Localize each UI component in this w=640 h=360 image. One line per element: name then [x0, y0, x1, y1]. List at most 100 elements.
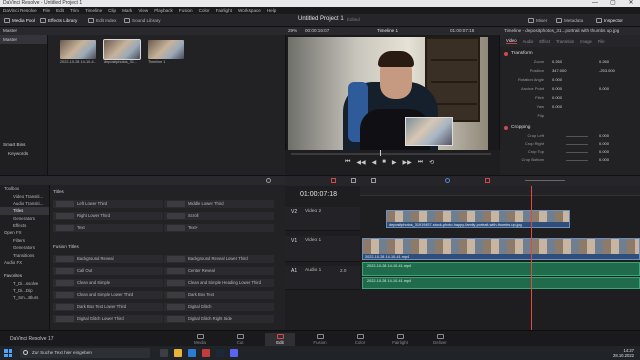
cropping-section[interactable]: Cropping — [504, 124, 636, 131]
selection-tool-icon[interactable] — [331, 178, 336, 183]
transform-row[interactable]: Zoom 0.260 0.260 — [504, 59, 636, 66]
timeline-clip-v2[interactable]: depositphotos_31919457-stock-photo-happy… — [386, 210, 570, 228]
stop-button[interactable]: ■ — [382, 159, 386, 166]
viewer-zoom[interactable]: 29% — [288, 27, 297, 35]
timeline-ruler[interactable] — [360, 186, 640, 196]
track-header-v2[interactable]: V2 Video 2 — [285, 207, 360, 231]
title-effect-item[interactable]: Left Lower Third — [53, 200, 163, 208]
timeline-clip-v1[interactable]: 2022-10-28 14-10-41.mp4 — [362, 238, 640, 260]
edge-icon[interactable] — [188, 349, 196, 357]
page-tab-fusion[interactable]: Fusion — [305, 333, 335, 346]
effects-tree-item[interactable]: Generators — [0, 215, 49, 222]
track-header-a1[interactable]: A1 Audio 1 2.0 — [285, 266, 360, 290]
title-effect-item[interactable]: Right Lower Third — [53, 212, 163, 220]
crop-slider[interactable] — [566, 144, 588, 145]
title-effect-item[interactable]: Digital Glitch Right Side — [164, 315, 274, 323]
inspector-button[interactable]: Inspector — [596, 16, 623, 25]
section-enabled-icon[interactable] — [504, 51, 508, 56]
title-effect-item[interactable]: Clean and Simple Lower Third — [53, 291, 163, 299]
play-reverse-button[interactable]: ◀ — [372, 159, 377, 166]
system-clock[interactable]: 14:27 28.10.2022 — [613, 348, 634, 358]
title-effect-item[interactable]: Background Reveal Lower Third — [164, 255, 274, 263]
track-header-v1[interactable]: V1 Video 1 — [285, 236, 360, 262]
viewer-playhead[interactable] — [380, 150, 381, 156]
title-effect-item[interactable]: Dark Box Text — [164, 291, 274, 299]
tab-video[interactable]: Video — [506, 38, 517, 44]
effects-tree-item[interactable]: Video Transiti... — [0, 192, 49, 199]
page-tab-edit[interactable]: Edit — [265, 333, 295, 346]
maximize-button[interactable]: ▢ — [604, 0, 622, 7]
taskbar-search[interactable]: Zur Suche Text hier eingeben — [20, 348, 150, 358]
timeline-name[interactable]: Timeline 1 — [377, 27, 398, 35]
transform-row[interactable]: Pitch 0.000 — [504, 95, 636, 102]
menu-fusion[interactable]: Fusion — [179, 7, 193, 14]
title-effect-item[interactable]: Text — [53, 224, 163, 232]
timeline-clip-a1[interactable]: 2022-10-28 14-10-41.mp4 — [362, 262, 640, 276]
transform-row[interactable]: Rotation Angle 0.000 — [504, 77, 636, 84]
page-tab-fairlight[interactable]: Fairlight — [385, 333, 415, 346]
overlay-photo[interactable] — [405, 117, 453, 146]
transform-row[interactable]: Anchor Point 0.000 0.000 — [504, 86, 636, 93]
crop-slider[interactable] — [566, 160, 588, 161]
transform-section[interactable]: Transform — [504, 50, 636, 57]
menu-trim[interactable]: Trim — [70, 7, 79, 14]
menu-workspace[interactable]: Workspace — [238, 7, 261, 14]
title-effect-item[interactable]: Clean and Simple Heading Lower Third — [164, 279, 274, 287]
menu-playback[interactable]: Playback — [154, 7, 173, 14]
timeline-clip-a1-waveform[interactable]: 2022-10-28 14-10-41.mp4 — [362, 277, 640, 289]
title-effect-item[interactable]: Text+ — [164, 224, 274, 232]
title-effect-item[interactable]: Middle Lower Third — [164, 200, 274, 208]
metadata-button[interactable]: Metadata — [556, 16, 583, 25]
forward-button[interactable]: ▶▶ — [403, 159, 412, 166]
sound-library-button[interactable]: Sound Library — [124, 16, 161, 25]
effects-tree-item[interactable]: Toolbox — [0, 185, 49, 192]
title-effect-item[interactable]: Digital Glitch — [164, 303, 274, 311]
effects-library-button[interactable]: Effects Library — [40, 16, 77, 25]
loop-button[interactable]: ⟲ — [429, 159, 434, 166]
minimize-button[interactable]: — — [586, 0, 604, 7]
blade-tool-icon[interactable] — [371, 178, 376, 183]
page-tab-deliver[interactable]: Deliver — [425, 333, 455, 346]
transform-row[interactable]: Flip — [504, 113, 636, 120]
media-clip[interactable]: depositphotos_31... — [103, 39, 141, 67]
menu-help[interactable]: Help — [267, 7, 276, 14]
transform-row[interactable]: Position 347.000 -253.000 — [504, 68, 636, 75]
menu-davinci[interactable]: DaVinci Resolve — [3, 7, 37, 14]
page-tab-color[interactable]: Color — [345, 333, 375, 346]
viewer-scrubber[interactable] — [291, 153, 491, 155]
crop-row[interactable]: Crop Left 0.000 — [504, 133, 636, 140]
effects-tree-item[interactable]: Filters — [0, 237, 49, 244]
search-icon[interactable] — [266, 178, 271, 183]
page-tab-media[interactable]: Media — [185, 333, 215, 346]
crop-slider[interactable] — [566, 136, 588, 137]
mixer-button[interactable]: Mixer — [528, 16, 547, 25]
tab-image[interactable]: Image — [580, 39, 592, 44]
tab-file[interactable]: File — [598, 39, 605, 44]
menu-mark[interactable]: Mark — [122, 7, 132, 14]
title-effect-item[interactable]: Digital Glitch Lower Third — [53, 315, 163, 323]
file-explorer-icon[interactable] — [174, 349, 182, 357]
title-effect-item[interactable]: Scroll — [164, 212, 274, 220]
title-effect-item[interactable]: Call Out — [53, 267, 163, 275]
tab-audio[interactable]: Audio — [523, 39, 534, 44]
menu-color[interactable]: Color — [199, 7, 210, 14]
tab-transition[interactable]: Transition — [556, 39, 574, 44]
effects-tree-item[interactable]: Generators — [0, 244, 49, 251]
title-effect-item[interactable]: Background Reveal — [53, 255, 163, 263]
task-view-icon[interactable] — [160, 349, 168, 357]
page-tab-cut[interactable]: Cut — [225, 333, 255, 346]
discord-icon[interactable] — [230, 349, 238, 357]
effects-tree-item[interactable]: Transitions — [0, 251, 49, 258]
menu-view[interactable]: View — [138, 7, 148, 14]
menu-fairlight[interactable]: Fairlight — [216, 7, 232, 14]
davinci-resolve-icon[interactable] — [202, 349, 210, 357]
title-effect-item[interactable]: Dark Box Text Lower Third — [53, 303, 163, 311]
effects-tree-item[interactable]: Effects — [0, 222, 49, 229]
bin-keywords[interactable]: Keywords — [0, 149, 47, 158]
media-clip[interactable]: Timeline 1 — [148, 40, 184, 67]
crop-slider[interactable] — [566, 152, 588, 153]
favorite-item[interactable]: T_Sm...Blurs — [0, 294, 49, 301]
play-button[interactable]: ▶ — [392, 159, 397, 166]
media-clip[interactable]: 2022-10-28 14-10-4... — [60, 40, 96, 67]
transform-row[interactable]: Yaw 0.000 — [504, 104, 636, 111]
